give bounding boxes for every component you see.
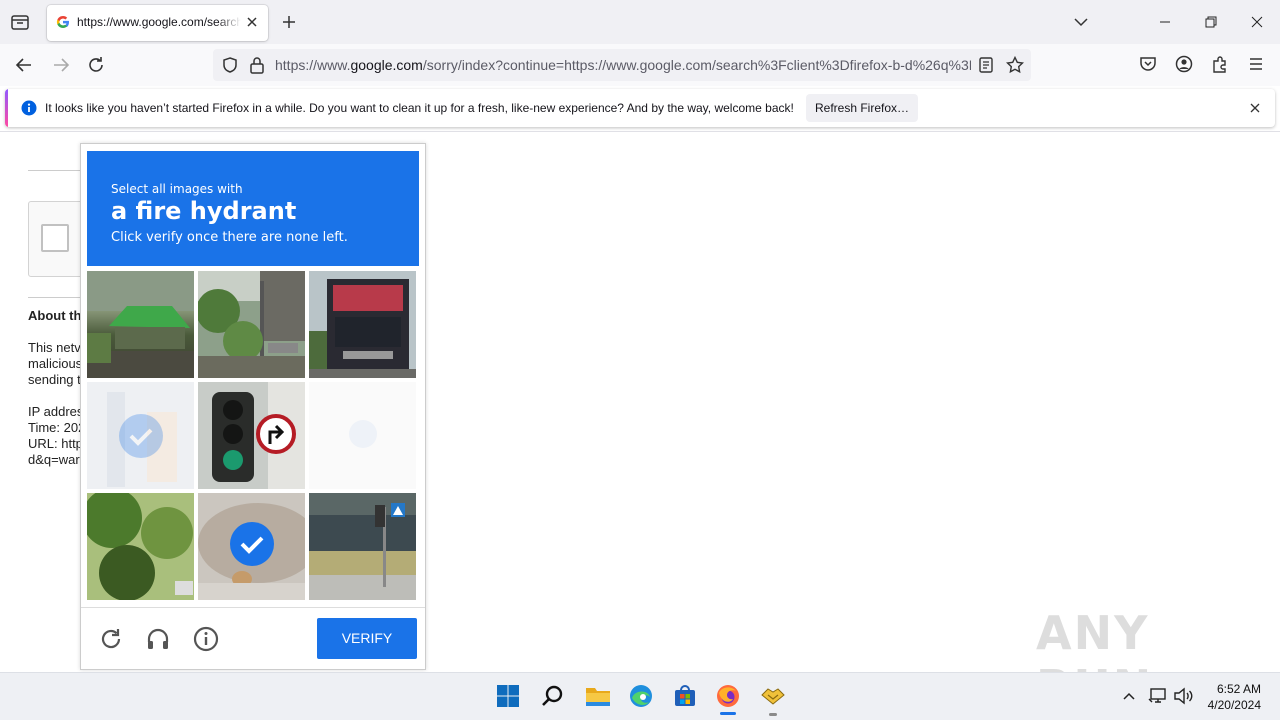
selected-check-icon: [230, 522, 274, 566]
selected-check-icon: [118, 413, 163, 458]
body-line: malicious: [28, 356, 83, 371]
url-bar[interactable]: https://www.google.com/sorry/index?conti…: [213, 49, 1031, 81]
new-tab-icon[interactable]: [281, 14, 297, 30]
tab-strip: https://www.google.com/search?client=fir…: [0, 0, 1280, 44]
refresh-firefox-button[interactable]: Refresh Firefox…: [806, 94, 918, 122]
clock-date: 4/20/2024: [1207, 698, 1261, 712]
account-icon[interactable]: [1175, 55, 1193, 73]
google-favicon-icon: [56, 15, 70, 29]
url-path: /sorry/index?continue=https://www.google…: [422, 57, 971, 73]
file-explorer-icon[interactable]: [585, 684, 611, 708]
captcha-tile[interactable]: [87, 382, 194, 489]
audio-challenge-icon[interactable]: [145, 626, 171, 652]
pocket-icon[interactable]: [1139, 55, 1157, 73]
captcha-target-label: a fire hydrant: [111, 197, 297, 225]
start-icon[interactable]: [496, 684, 520, 708]
url-text[interactable]: https://www.google.com/sorry/index?conti…: [275, 57, 971, 73]
page-mid-rule: [28, 297, 88, 298]
lock-icon[interactable]: [249, 56, 265, 74]
app-menu-icon[interactable]: [1247, 55, 1265, 73]
forward-arrow-icon[interactable]: [51, 55, 71, 75]
tab-close-icon[interactable]: [245, 15, 259, 29]
minimize-icon[interactable]: [1158, 15, 1172, 29]
tab-overview-icon[interactable]: [9, 11, 31, 33]
network-icon[interactable]: [1148, 687, 1168, 705]
system-clock[interactable]: 6:52 AM 4/20/2024: [1208, 681, 1261, 713]
captcha-instructions-header: Select all images with a fire hydrant Cl…: [87, 151, 419, 266]
search-icon[interactable]: [541, 684, 565, 708]
captcha-tile[interactable]: [87, 271, 194, 378]
bookmark-star-icon[interactable]: [1006, 56, 1024, 74]
clock-time: 6:52 AM: [1216, 682, 1261, 696]
body-line: sending t: [28, 372, 81, 387]
tab-active[interactable]: https://www.google.com/search?client=fir…: [47, 5, 268, 41]
notification-message: It looks like you haven’t started Firefo…: [45, 101, 794, 115]
firefox-icon[interactable]: [716, 684, 740, 715]
recaptcha-checkbox[interactable]: [41, 224, 69, 252]
tracking-shield-icon[interactable]: [221, 56, 239, 74]
info-help-icon[interactable]: [193, 626, 219, 652]
captcha-tile[interactable]: [87, 493, 194, 600]
page-top-rule: [28, 170, 88, 171]
info-icon: [21, 100, 37, 116]
store-icon[interactable]: [673, 684, 697, 708]
captcha-tile[interactable]: [198, 382, 305, 489]
windows-taskbar: 6:52 AM 4/20/2024: [0, 672, 1280, 720]
captcha-tile[interactable]: [309, 382, 416, 489]
running-app-indicator: [769, 713, 777, 716]
tab-title: https://www.google.com/search?client=fir…: [77, 15, 241, 29]
handshake-app-icon[interactable]: [760, 685, 786, 716]
active-app-indicator: [720, 712, 736, 715]
url-host: google.com: [350, 57, 423, 73]
captcha-footer-divider: [81, 607, 425, 608]
reload-challenge-icon[interactable]: [98, 626, 124, 652]
extensions-icon[interactable]: [1211, 55, 1229, 73]
reload-icon[interactable]: [86, 55, 106, 75]
list-all-tabs-icon[interactable]: [1073, 14, 1089, 30]
back-arrow-icon[interactable]: [14, 55, 34, 75]
volume-icon[interactable]: [1173, 687, 1193, 705]
details-line: Time: 202: [28, 420, 86, 435]
details-line: d&q=war: [28, 452, 80, 467]
captcha-tile[interactable]: [309, 271, 416, 378]
url-prefix: https://www.: [275, 57, 351, 73]
edge-icon[interactable]: [629, 684, 653, 708]
notification-accent-stripe: [5, 89, 8, 127]
verify-button[interactable]: VERIFY: [317, 618, 417, 659]
captcha-instruction-small: Select all images with: [111, 182, 243, 196]
captcha-instruction-sub: Click verify once there are none left.: [111, 230, 348, 245]
close-window-icon[interactable]: [1250, 15, 1264, 29]
chrome-separator: [0, 131, 1280, 132]
restore-icon[interactable]: [1204, 15, 1218, 29]
captcha-tile[interactable]: [198, 271, 305, 378]
show-hidden-icons-icon[interactable]: [1122, 690, 1136, 702]
details-line: IP addres: [28, 404, 84, 419]
about-heading: About th: [28, 308, 82, 323]
reader-view-icon[interactable]: [978, 57, 994, 73]
details-line: URL: http: [28, 436, 83, 451]
nav-toolbar: https://www.google.com/sorry/index?conti…: [0, 44, 1280, 86]
body-line: This netv: [28, 340, 81, 355]
refresh-notification-bar: It looks like you haven’t started Firefo…: [5, 89, 1275, 127]
notification-close-icon[interactable]: [1249, 102, 1261, 114]
captcha-tile[interactable]: [309, 493, 416, 600]
captcha-tile[interactable]: [198, 493, 305, 600]
captcha-challenge-popup: Select all images with a fire hydrant Cl…: [80, 143, 426, 670]
